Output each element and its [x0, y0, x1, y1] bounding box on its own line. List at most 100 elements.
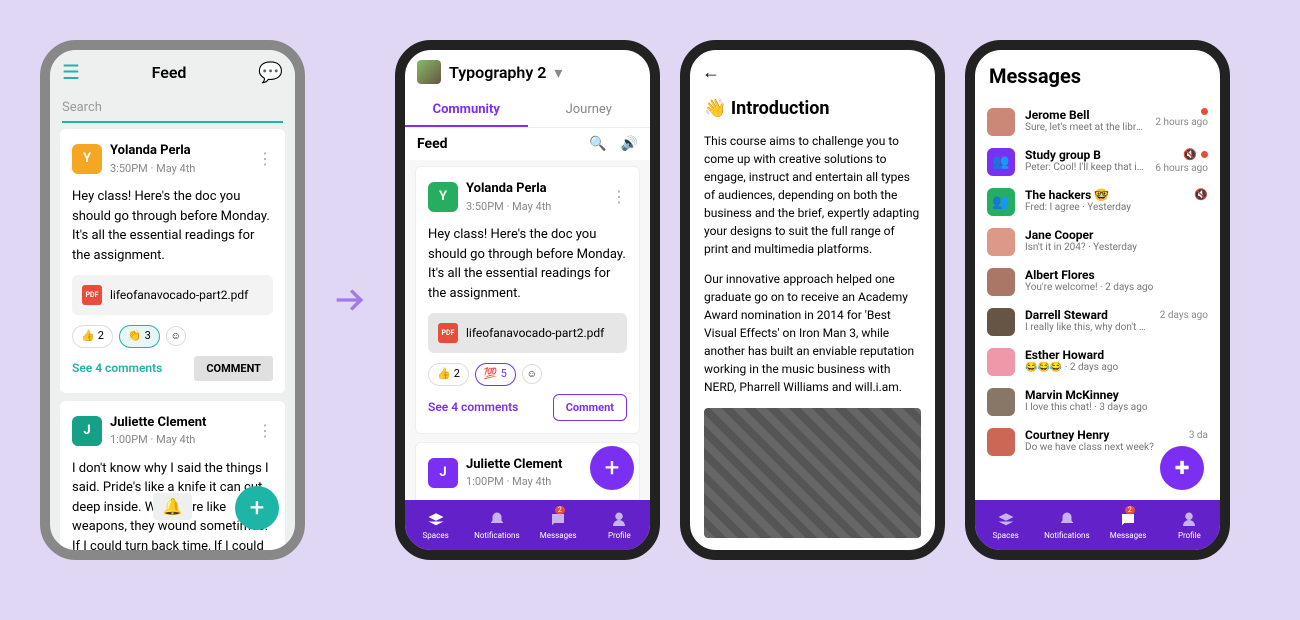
search-icon[interactable]: 🔍 [589, 136, 606, 152]
see-comments-link[interactable]: See 4 comments [72, 359, 162, 377]
avatar [987, 428, 1015, 456]
author-name[interactable]: Juliette Clement [110, 413, 206, 433]
nav-spaces[interactable]: Spaces [405, 500, 466, 550]
message-preview: Fred: I agree · Yesterday [1025, 202, 1184, 213]
nav-messages[interactable]: 2Messages [528, 500, 589, 550]
nav-profile[interactable]: Profile [1159, 500, 1220, 550]
author-name[interactable]: Yolanda Perla [110, 141, 195, 161]
reactions: 👍2 💯5 ☺ [428, 363, 627, 386]
space-icon[interactable] [417, 60, 441, 84]
post-meta: 3:50PM · May 4th [110, 161, 195, 178]
unread-dot [1201, 151, 1208, 158]
feed-header: Feed 🔍 🔊 [405, 128, 650, 160]
back-icon[interactable]: ← [690, 50, 935, 95]
comment-button[interactable]: COMMENT [194, 356, 273, 381]
attachment[interactable]: PDF lifeofanavocado-part2.pdf [428, 313, 627, 353]
author-name[interactable]: Yolanda Perla [466, 179, 551, 199]
paragraph: Ranked among the 10 best universities in… [704, 546, 921, 550]
mute-icon: 🔇 [1194, 188, 1208, 201]
message-item[interactable]: Albert FloresYou're welcome! · 2 days ag… [975, 262, 1220, 302]
unread-dot [1201, 108, 1208, 115]
contact-name: Marvin McKinney [1025, 388, 1198, 402]
contact-name: Darrell Steward [1025, 308, 1150, 322]
nav-notifications[interactable]: Notifications [466, 500, 527, 550]
comment-button[interactable]: Comment [553, 394, 627, 421]
contact-name: Esther Howard [1025, 348, 1198, 362]
tab-community[interactable]: Community [405, 94, 528, 127]
nav-spaces[interactable]: Spaces [975, 500, 1036, 550]
compose-fab[interactable]: + [235, 486, 279, 530]
compose-fab[interactable]: + [590, 446, 634, 490]
more-icon[interactable]: ⋮ [611, 185, 627, 209]
avatar [987, 308, 1015, 336]
message-meta: 2 days ago [1160, 308, 1208, 321]
reactions: 👍2 👏3 ☺ [72, 325, 273, 348]
new-message-fab[interactable]: ✚ [1160, 446, 1204, 490]
post-card: Y Yolanda Perla 3:50PM · May 4th ⋮ Hey c… [60, 129, 285, 393]
paragraph: Our innovative approach helped one gradu… [704, 270, 921, 396]
chevron-down-icon[interactable]: ▾ [554, 63, 562, 82]
avatar: 👥 [987, 148, 1015, 176]
avatar[interactable]: Y [72, 144, 102, 174]
contact-name: Study group B [1025, 148, 1145, 162]
avatar[interactable]: J [72, 416, 102, 446]
topbar: ☰ Feed 💬 [50, 50, 295, 94]
add-reaction-icon[interactable]: ☺ [166, 326, 186, 346]
more-icon[interactable]: ⋮ [257, 147, 273, 171]
avatar [987, 268, 1015, 296]
avatar[interactable]: J [428, 458, 458, 488]
post-body: Hey class! Here's the doc you should go … [428, 225, 627, 303]
nav-messages[interactable]: 2Messages [1098, 500, 1159, 550]
message-item[interactable]: Darrell StewardI really like this, why d… [975, 302, 1220, 342]
message-meta: 🔇 [1194, 188, 1208, 201]
page-title: Feed [152, 63, 187, 82]
menu-icon[interactable]: ☰ [62, 60, 80, 84]
nav-notifications[interactable]: Notifications [1036, 500, 1097, 550]
bell-icon[interactable]: 🔔 [153, 493, 193, 520]
reaction[interactable]: 💯5 [475, 363, 516, 386]
pdf-icon: PDF [438, 323, 458, 343]
phone-spaces: Typography 2 ▾ Community Journey Feed 🔍 … [395, 40, 660, 560]
avatar[interactable]: Y [428, 182, 458, 212]
space-title[interactable]: Typography 2 [449, 63, 546, 82]
reaction[interactable]: 👍2 [428, 363, 469, 386]
message-item[interactable]: 👥The hackers 🤓Fred: I agree · Yesterday🔇 [975, 182, 1220, 222]
chat-icon[interactable]: 💬 [258, 60, 283, 84]
post-meta: 1:00PM · May 4th [110, 432, 206, 449]
message-preview: I love this chat! · 3 days ago [1025, 402, 1198, 413]
message-preview: I really like this, why don't w… [1025, 322, 1150, 333]
message-item[interactable]: Esther Howard😂😂😂 · 2 days ago [975, 342, 1220, 382]
search-input[interactable]: Search [62, 94, 283, 123]
course-content: 👋 Introduction This course aims to chall… [690, 95, 935, 550]
nav-profile[interactable]: Profile [589, 500, 650, 550]
author-name[interactable]: Juliette Clement [466, 455, 562, 475]
more-icon[interactable]: ⋮ [257, 419, 273, 443]
contact-name: Albert Flores [1025, 268, 1198, 282]
see-comments-link[interactable]: See 4 comments [428, 398, 518, 416]
message-meta: 3 da [1189, 428, 1208, 441]
reaction[interactable]: 👍2 [72, 325, 113, 348]
tabs: Community Journey [405, 94, 650, 128]
post-body: Hey class! Here's the doc you should go … [72, 187, 273, 265]
add-reaction-icon[interactable]: ☺ [522, 364, 542, 384]
attachment-name: lifeofanavocado-part2.pdf [110, 286, 248, 304]
post-meta: 1:00PM · May 4th [466, 474, 562, 491]
phone-messages: Messages Jerome BellSure, let's meet at … [965, 40, 1230, 560]
attachment[interactable]: PDF lifeofanavocado-part2.pdf [72, 275, 273, 315]
message-item[interactable]: Jane CooperIsn't it in 204? · Yesterday [975, 222, 1220, 262]
message-item[interactable]: Marvin McKinneyI love this chat! · 3 day… [975, 382, 1220, 422]
page-title: 👋 Introduction [704, 95, 921, 122]
avatar [987, 388, 1015, 416]
tab-journey[interactable]: Journey [528, 94, 651, 127]
reaction[interactable]: 👏3 [119, 325, 160, 348]
message-preview: Peter: Cool! I'll keep that in… [1025, 162, 1145, 173]
header: Typography 2 ▾ [405, 50, 650, 94]
message-item[interactable]: Jerome BellSure, let's meet at the libra… [975, 102, 1220, 142]
mute-icon: 🔇 [1183, 148, 1197, 161]
sound-icon[interactable]: 🔊 [621, 136, 638, 152]
message-item[interactable]: 👥 Study group BPeter: Cool! I'll keep tha… [975, 142, 1220, 182]
contact-name: Courtney Henry [1025, 428, 1179, 442]
phone-legacy: ☰ Feed 💬 Search Y Yolanda Perla 3:50PM ·… [40, 40, 305, 560]
message-meta: 🔇6 hours ago [1155, 148, 1208, 174]
pdf-icon: PDF [82, 285, 102, 305]
